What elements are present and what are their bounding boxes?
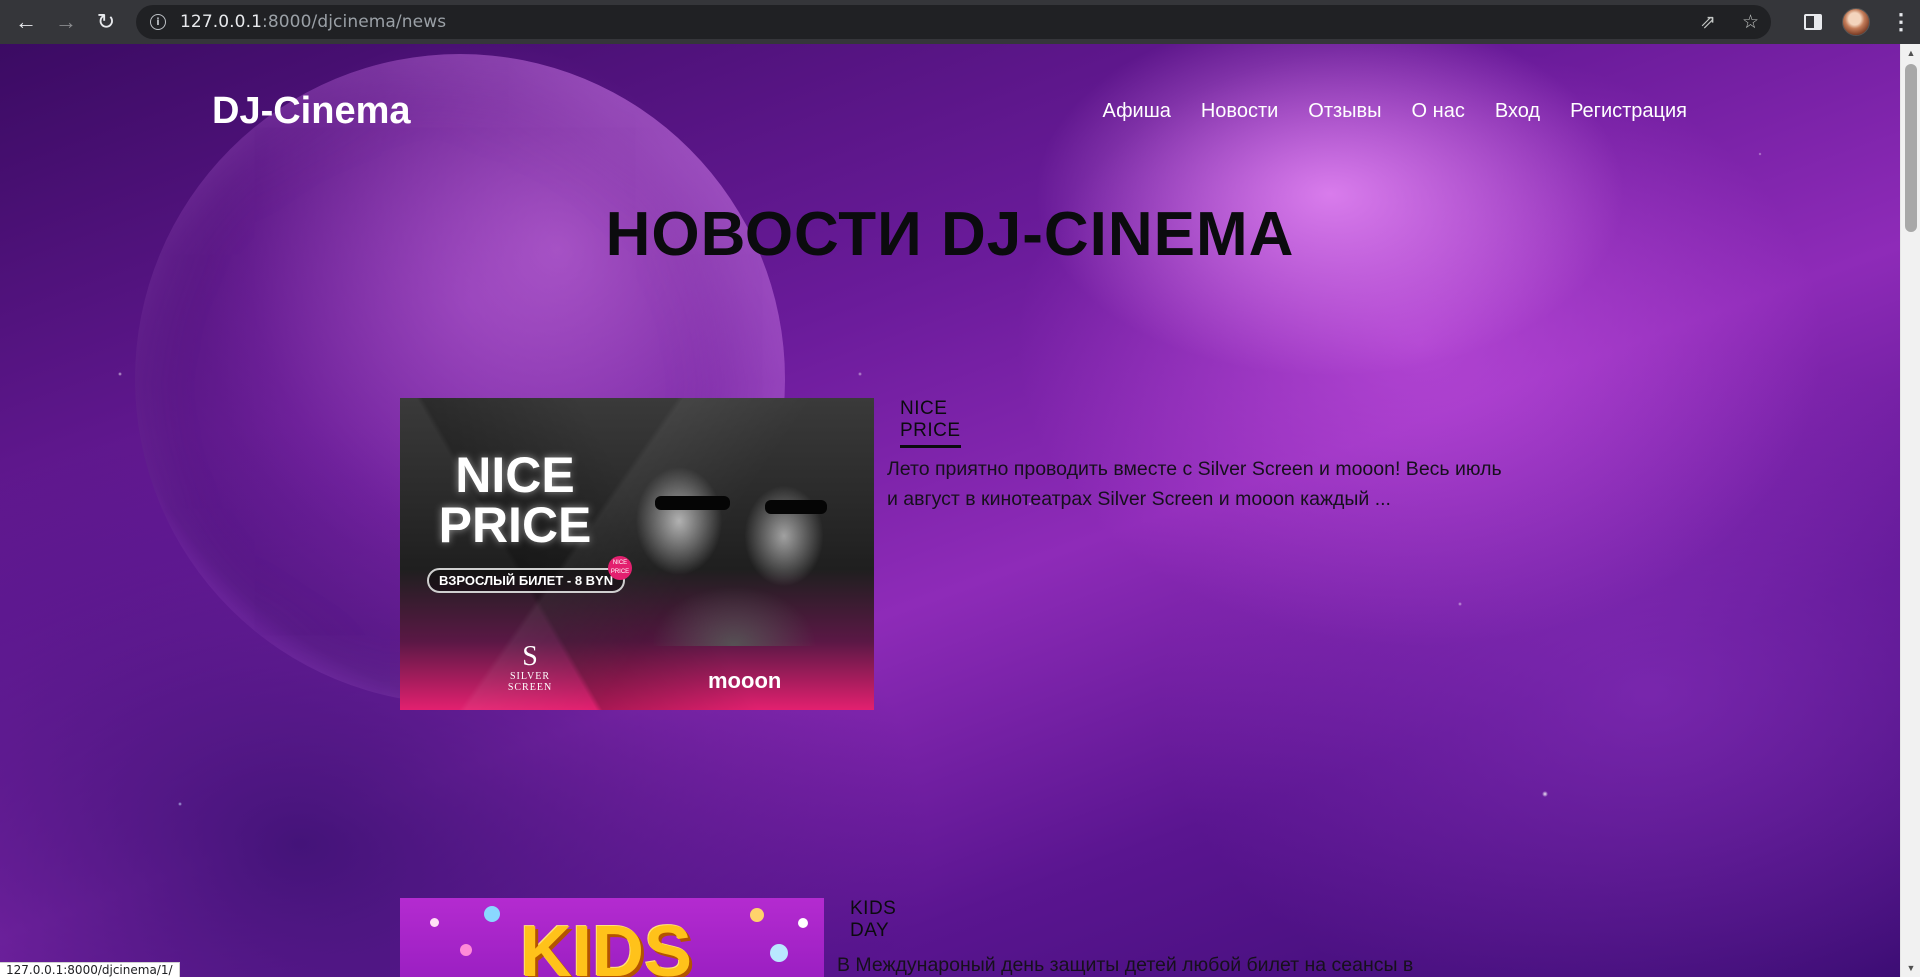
- sunglasses-shape: [765, 500, 827, 514]
- mooon-logo: mooon: [708, 668, 782, 693]
- url-path: :8000/djcinema/news: [262, 12, 447, 32]
- poster-headline-line2: PRICE: [438, 497, 592, 553]
- silver-screen-name: SILVER SCREEN: [507, 671, 553, 693]
- url-host: 127.0.0.1: [180, 12, 263, 32]
- nav-link-news[interactable]: Новости: [1201, 100, 1278, 123]
- poster-mini-badge: NICE PRICE: [608, 556, 632, 580]
- poster-price-badge: ВЗРОСЛЫЙ БИЛЕТ - 8 BYN: [427, 568, 626, 593]
- page-title: НОВОСТИ DJ-CINEMA: [605, 200, 1295, 269]
- poster-headline: NICE PRICE: [430, 450, 600, 550]
- browser-toolbar: ← → ↻ i 127.0.0.1:8000/djcinema/news ⇗ ☆…: [0, 0, 1920, 44]
- sunglasses-shape: [655, 496, 730, 510]
- poster-people-photo: [604, 426, 854, 646]
- profile-avatar[interactable]: [1842, 8, 1870, 36]
- side-panel-icon[interactable]: [1804, 14, 1822, 30]
- news-excerpt: Лето приятно проводить вместе с Silver S…: [887, 458, 1502, 510]
- poster-kids-word: KIDS: [520, 912, 693, 977]
- nav-link-register[interactable]: Регистрация: [1570, 100, 1687, 123]
- balloon-shape: [798, 918, 808, 928]
- news-excerpt-block: Лето приятно проводить вместе с Silver S…: [887, 440, 1507, 514]
- news-image[interactable]: KIDS: [400, 898, 824, 977]
- forward-arrow-icon[interactable]: →: [46, 2, 86, 42]
- balloon-shape: [460, 944, 472, 956]
- site-header: DJ-Cinema Афиша Новости Отзывы О нас Вхо…: [0, 44, 1900, 164]
- page-viewport: DJ-Cinema Афиша Новости Отзывы О нас Вхо…: [0, 44, 1900, 977]
- address-bar[interactable]: i 127.0.0.1:8000/djcinema/news ⇗ ☆: [136, 5, 1771, 39]
- balloon-shape: [430, 918, 439, 927]
- share-icon[interactable]: ⇗: [1700, 11, 1716, 34]
- page-scrollbar[interactable]: ▲ ▼: [1900, 44, 1920, 977]
- reload-icon[interactable]: ↻: [86, 2, 126, 42]
- nav-link-login[interactable]: Вход: [1495, 100, 1540, 123]
- address-bar-url[interactable]: 127.0.0.1:8000/djcinema/news: [180, 12, 446, 32]
- site-info-icon[interactable]: i: [150, 14, 166, 30]
- kids-day-poster: KIDS: [400, 898, 824, 977]
- nav-link-reviews[interactable]: Отзывы: [1308, 100, 1381, 123]
- menu-kebab-icon[interactable]: ⋮: [1890, 9, 1912, 35]
- scrollbar-thumb[interactable]: [1905, 64, 1917, 232]
- nav-link-afisha[interactable]: Афиша: [1103, 100, 1171, 123]
- bookmark-star-icon[interactable]: ☆: [1742, 11, 1759, 34]
- balloon-shape: [484, 906, 500, 922]
- silver-screen-letter: S: [522, 641, 538, 672]
- link-status-bubble: 127.0.0.1:8000/djcinema/1/: [0, 962, 180, 977]
- site-logo[interactable]: DJ-Cinema: [212, 90, 411, 133]
- back-arrow-icon[interactable]: ←: [6, 2, 46, 42]
- poster-headline-line1: NICE: [455, 447, 575, 503]
- balloon-shape: [750, 908, 764, 922]
- silver-screen-logo: S SILVER SCREEN: [490, 641, 570, 694]
- scroll-down-arrow-icon[interactable]: ▼: [1901, 959, 1920, 977]
- news-excerpt: В Междунароный день защиты детей любой б…: [837, 954, 1414, 976]
- news-image[interactable]: NICE PRICE ВЗРОСЛЫЙ БИЛЕТ - 8 BYN NICE P…: [400, 398, 874, 710]
- balloon-shape: [770, 944, 788, 962]
- news-excerpt-block: В Междунароный день защиты детей любой б…: [837, 936, 1457, 977]
- main-nav: Афиша Новости Отзывы О нас Вход Регистра…: [1103, 100, 1688, 123]
- nice-price-poster: NICE PRICE ВЗРОСЛЫЙ БИЛЕТ - 8 BYN NICE P…: [400, 398, 874, 710]
- scroll-up-arrow-icon[interactable]: ▲: [1901, 44, 1920, 62]
- nav-link-about[interactable]: О нас: [1412, 100, 1465, 123]
